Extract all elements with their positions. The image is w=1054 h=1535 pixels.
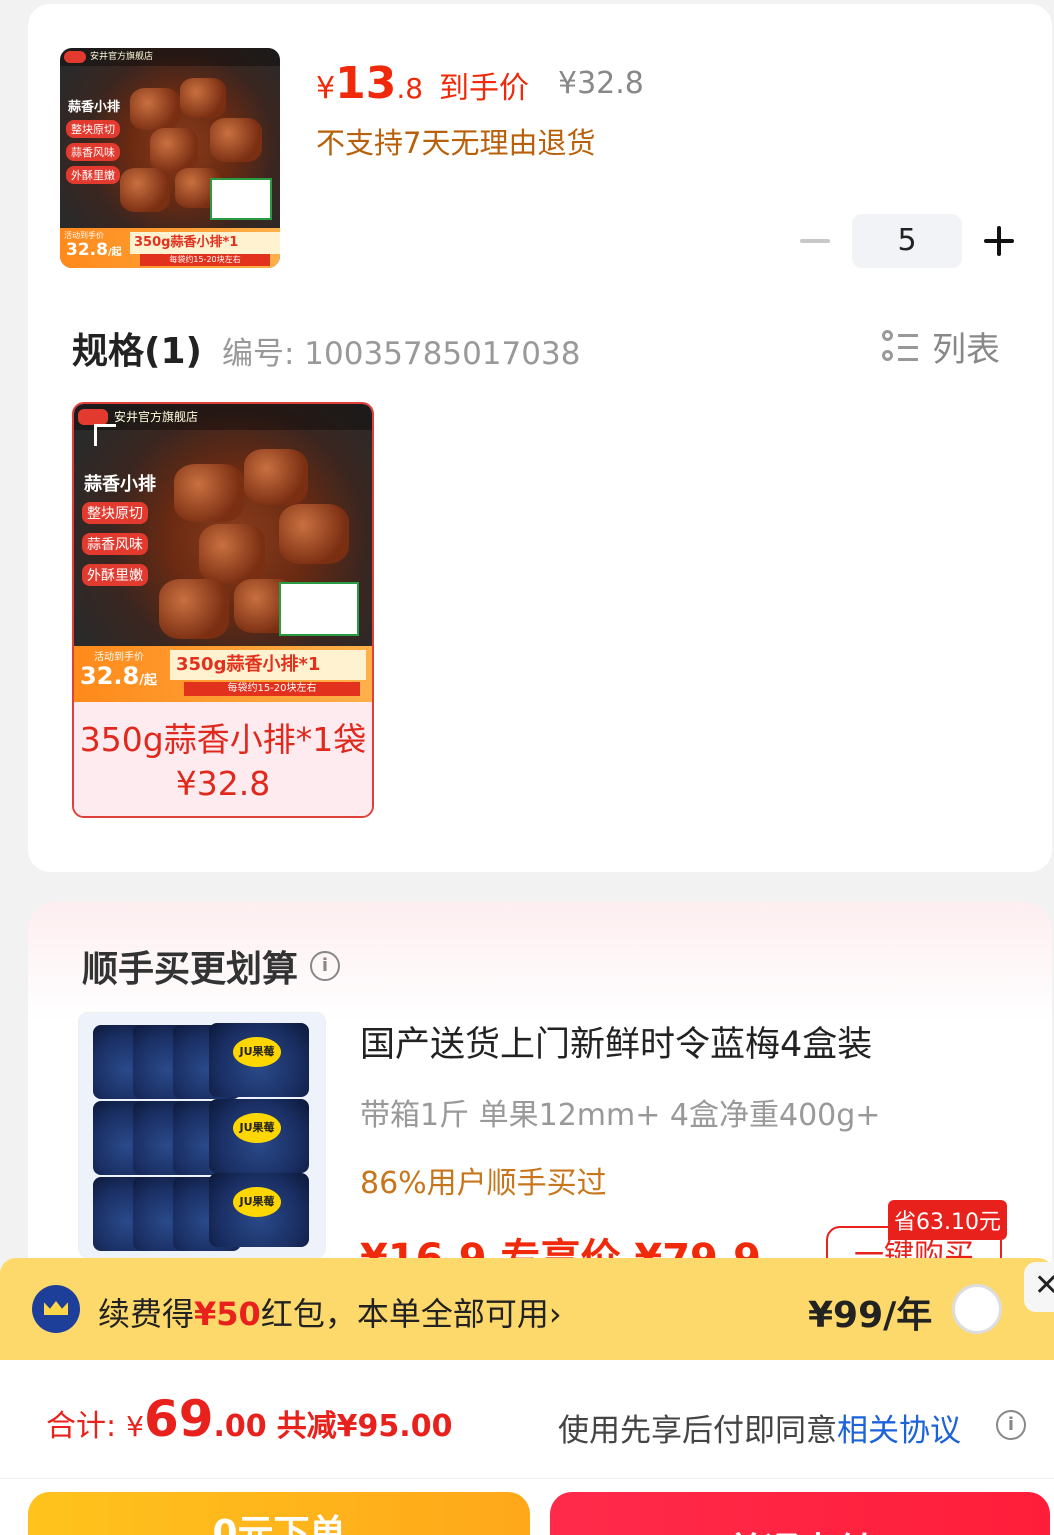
vip-radio[interactable] — [952, 1284, 1002, 1334]
spec-option-card[interactable]: 安井官方旗舰店 蒜香小排 整块原切 蒜香风味 外酥里嫩 活动到手价 32.8/起… — [72, 402, 374, 818]
return-policy: 不支持7天无理由退货 — [316, 126, 596, 160]
recommend-title: 顺手买更划算 i — [82, 940, 341, 992]
food-image: 安井官方旗舰店 蒜香小排 整块原切 蒜香风味 外酥里嫩 活动到手价 32.8/起… — [60, 48, 280, 268]
thumb-tag: 外酥里嫩 — [66, 166, 120, 184]
promo-banner: 活动到手价 32.8/起 350g蒜香小排*1 每袋约15-20块左右 — [60, 228, 280, 268]
thumb-title: 蒜香小排 — [68, 100, 121, 115]
total-amount: 合计: ¥ 69 .00 共减¥95.00 — [46, 1390, 453, 1448]
blueberry-image[interactable]: JU果莓 JU果莓 JU果莓 — [78, 1012, 326, 1258]
crown-icon — [32, 1285, 80, 1333]
thumb-tag: 蒜香风味 — [66, 143, 120, 161]
brand-logo-icon — [64, 51, 86, 63]
recommend-item-desc: 带箱1斤 单果12mm+ 4盒净重400g+ — [360, 1098, 881, 1133]
store-name: 安井官方旗舰店 — [60, 48, 280, 66]
divider — [0, 1478, 1054, 1479]
chevron-right-icon: › — [548, 1295, 562, 1333]
original-price: ¥32.8 — [558, 66, 644, 101]
close-icon[interactable]: ✕ — [1024, 1262, 1054, 1312]
spec-option-image: 安井官方旗舰店 蒜香小排 整块原切 蒜香风味 外酥里嫩 活动到手价 32.8/起… — [74, 404, 372, 702]
thumb-tag: 整块原切 — [66, 120, 120, 138]
product-thumbnail[interactable]: 安井官方旗舰店 蒜香小排 整块原切 蒜香风味 外酥里嫩 活动到手价 32.8/起… — [60, 48, 280, 268]
total-reduce: 共减¥95.00 — [276, 1409, 453, 1444]
spec-title: 规格(1) — [72, 331, 202, 372]
zero-order-button[interactable]: 0元下单 — [28, 1492, 530, 1535]
spec-code: 编号: 10035785017038 — [222, 336, 581, 372]
normal-pay-button[interactable]: 普通支付 — [550, 1492, 1050, 1535]
deal-price: ¥ 13 .8 到手价 — [316, 58, 530, 109]
agreement-text: 使用先享后付即同意相关协议 — [558, 1413, 961, 1449]
list-label: 列表 — [932, 330, 1000, 370]
quantity-stepper: 5 — [800, 214, 1014, 268]
minus-button[interactable] — [800, 239, 830, 243]
list-icon — [880, 328, 920, 366]
quantity-input[interactable]: 5 — [852, 214, 962, 268]
zoom-icon — [94, 424, 116, 446]
vip-price: ¥99/年 — [808, 1295, 933, 1336]
agreement-link[interactable]: 相关协议 — [837, 1413, 961, 1449]
vip-renewal-text[interactable]: 续费得¥50红包，本单全部可用› — [98, 1289, 562, 1335]
save-badge: 省63.10元 — [888, 1200, 1007, 1240]
info-icon[interactable]: i — [996, 1410, 1026, 1440]
list-view-toggle[interactable]: 列表 — [880, 322, 1000, 371]
plus-button[interactable] — [984, 226, 1014, 256]
recommend-item-name[interactable]: 国产送货上门新鲜时令蓝梅4盒装 — [360, 1016, 872, 1067]
info-icon[interactable]: i — [310, 951, 341, 981]
recommend-item-bought: 86%用户顺手买过 — [360, 1166, 607, 1201]
package-image — [210, 178, 272, 220]
spec-option-label: 350g蒜香小排*1袋 ¥32.8 — [74, 702, 372, 816]
